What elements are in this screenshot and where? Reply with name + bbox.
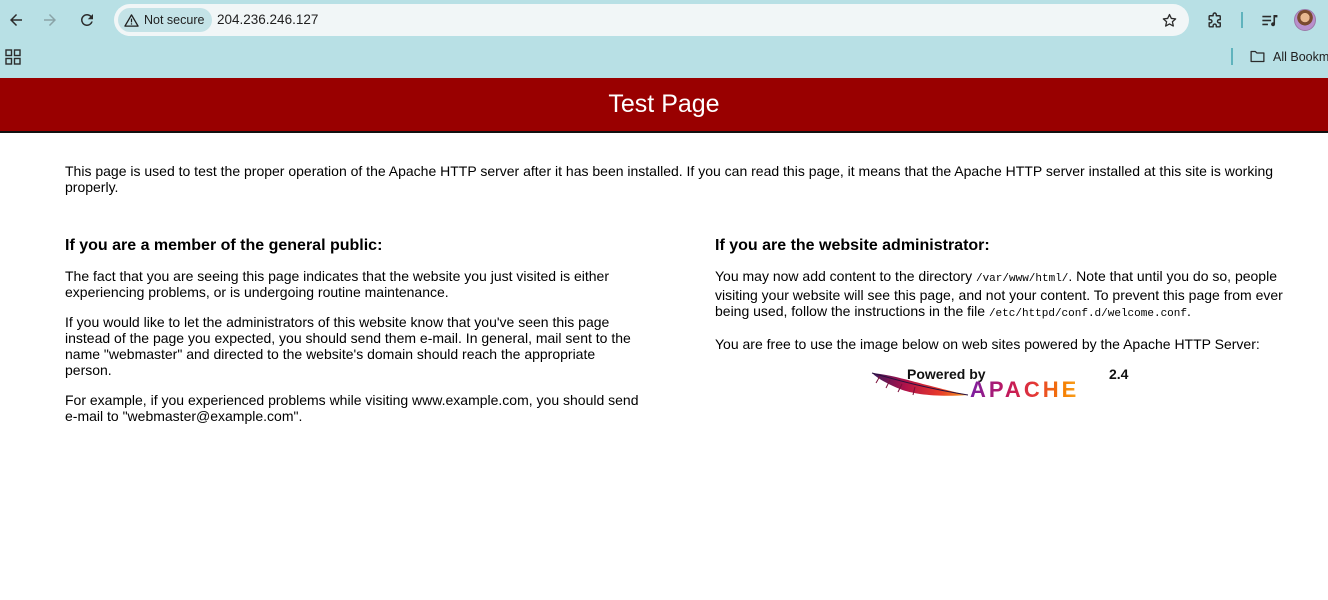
address-bar[interactable]: Not secure 204.236.246.127 xyxy=(114,4,1189,36)
reload-icon xyxy=(80,13,93,26)
admin-heading: If you are the website administrator: xyxy=(715,237,990,254)
public-paragraph-3: For example, if you experienced problems… xyxy=(65,392,639,424)
apps-grid-icon[interactable] xyxy=(5,49,21,65)
welcome-conf-path: /etc/httpd/conf.d/welcome.conf xyxy=(988,308,1187,320)
url-text[interactable]: 204.236.246.127 xyxy=(217,12,318,27)
media-control-button[interactable] xyxy=(1258,9,1280,31)
extensions-button[interactable] xyxy=(1204,9,1226,31)
folder-icon xyxy=(1250,50,1265,63)
bookmark-star-button[interactable] xyxy=(1159,10,1179,30)
star-icon xyxy=(1162,13,1176,27)
extensions-icon xyxy=(1207,11,1221,28)
media-control-icon xyxy=(1261,14,1277,26)
browser-chrome: Not secure 204.236.246.127 All Bookm xyxy=(0,0,1328,78)
bookmarks-bar: All Bookmarks xyxy=(0,42,1328,72)
admin-text-a: You may now add content to the directory xyxy=(715,268,976,284)
all-bookmarks-label: All Bookmarks xyxy=(1273,49,1328,64)
admin-paragraph-2: You are free to use the image below on w… xyxy=(715,336,1260,352)
docroot-path: /var/www/html/ xyxy=(975,273,1069,285)
reload-button[interactable] xyxy=(73,6,101,34)
security-indicator[interactable]: Not secure xyxy=(118,8,213,32)
toolbar-separator xyxy=(1241,12,1243,28)
public-paragraph-1: The fact that you are seeing this page i… xyxy=(65,268,609,300)
back-arrow-icon xyxy=(10,14,22,26)
page-title: Test Page xyxy=(608,90,720,118)
public-heading: If you are a member of the general publi… xyxy=(65,237,383,254)
apache-wordmark: APACHE xyxy=(970,377,1080,402)
security-label: Not secure xyxy=(144,13,205,27)
public-paragraph-2: If you would like to let the administrat… xyxy=(65,314,631,378)
warning-icon xyxy=(124,13,139,27)
admin-paragraph-1: You may now add content to the directory… xyxy=(715,268,1300,322)
all-bookmarks-button[interactable]: All Bookmarks xyxy=(1249,48,1328,65)
public-section: If you are a member of the general publi… xyxy=(65,236,640,438)
admin-section: If you are the website administrator: Yo… xyxy=(715,236,1300,366)
profile-avatar[interactable] xyxy=(1294,9,1316,31)
browser-toolbar: Not secure 204.236.246.127 xyxy=(0,0,1328,40)
intro-text: This page is used to test the proper ope… xyxy=(65,163,1274,195)
admin-text-c: . xyxy=(1186,303,1191,319)
bookmarks-separator xyxy=(1231,48,1233,65)
forward-arrow-icon xyxy=(44,14,56,26)
version-text: 2.4 xyxy=(1109,366,1129,382)
back-button[interactable] xyxy=(2,6,30,34)
forward-button[interactable] xyxy=(36,6,64,34)
page-banner: Test Page xyxy=(0,78,1328,133)
powered-by-apache-logo[interactable]: Powered by 2.4 APACHE xyxy=(870,365,1136,402)
